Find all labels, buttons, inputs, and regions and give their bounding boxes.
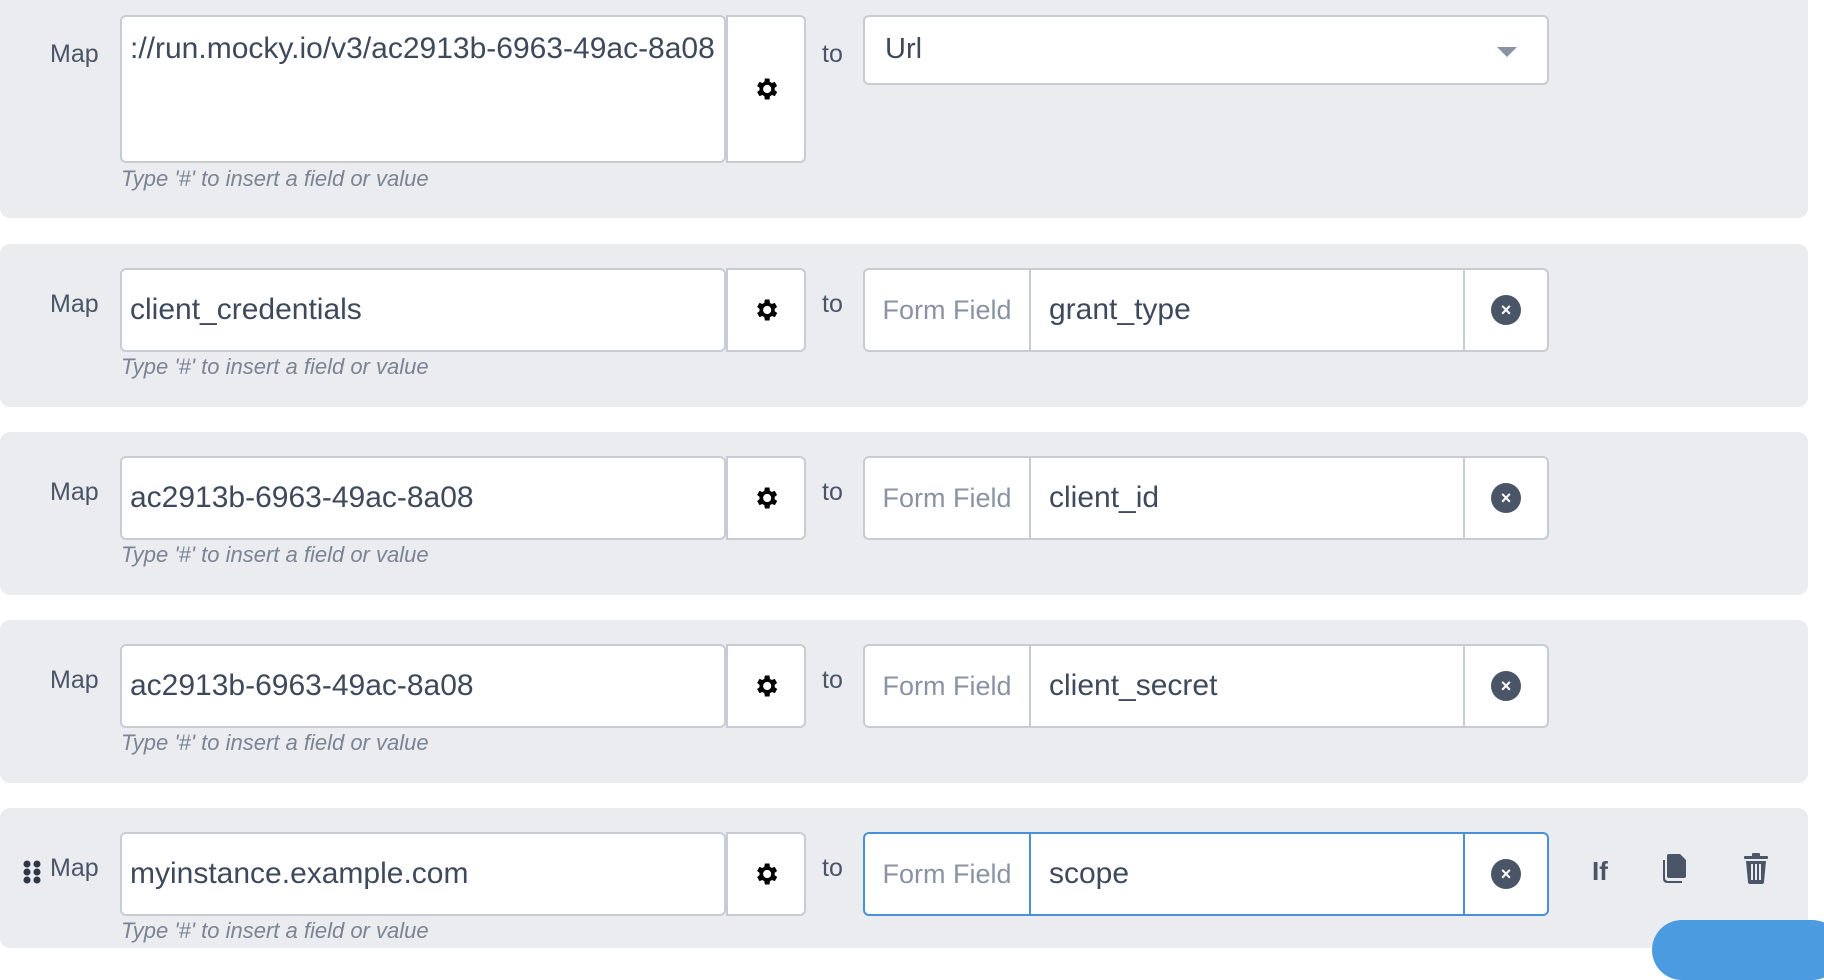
to-label: to (822, 666, 843, 694)
target-prefix-label: Form Field (865, 270, 1031, 350)
gear-icon (757, 78, 778, 100)
source-settings-button[interactable] (726, 15, 806, 163)
source-settings-button[interactable] (726, 456, 806, 540)
target-prefix-label: Form Field (865, 458, 1031, 538)
map-label: Map (50, 666, 99, 694)
copy-icon[interactable] (1660, 852, 1688, 884)
close-circle-icon: × (1491, 859, 1521, 889)
clear-target-button[interactable]: × (1463, 646, 1547, 726)
mapping-row: Map ac2913b-6963-49ac-8a08 Type '#' to i… (0, 620, 1808, 783)
target-field-input[interactable]: scope (1049, 834, 1129, 914)
to-label: to (822, 854, 843, 882)
target-prefix-label: Form Field (865, 646, 1031, 726)
to-label: to (822, 40, 843, 68)
target-field-input[interactable]: client_id (1049, 458, 1159, 538)
mapping-row: Map client_credentials Type '#' to inser… (0, 244, 1808, 407)
source-hint: Type '#' to insert a field or value (121, 166, 429, 191)
map-label: Map (50, 290, 99, 318)
close-circle-icon: × (1491, 671, 1521, 701)
gear-icon (757, 299, 778, 321)
source-hint: Type '#' to insert a field or value (121, 354, 429, 379)
target-prefix-label: Form Field (865, 834, 1031, 914)
map-label: Map (50, 854, 99, 882)
floating-action-button[interactable] (1652, 920, 1824, 980)
source-hint: Type '#' to insert a field or value (121, 730, 429, 755)
drag-handle-icon[interactable] (22, 860, 42, 884)
source-value-input[interactable]: myinstance.example.com (120, 832, 726, 916)
source-value-input[interactable]: client_credentials (120, 268, 726, 352)
trash-icon[interactable] (1742, 852, 1770, 884)
target-field-input[interactable]: grant_type (1049, 270, 1191, 350)
mapping-row: Map myinstance.example.com Type '#' to i… (0, 808, 1808, 948)
target-field-group: Form Field scope × (863, 832, 1549, 916)
map-label: Map (50, 478, 99, 506)
mapping-row: Map ac2913b-6963-49ac-8a08 Type '#' to i… (0, 432, 1808, 595)
source-value-input[interactable]: ac2913b-6963-49ac-8a08 (120, 456, 726, 540)
clear-target-button[interactable]: × (1463, 270, 1547, 350)
gear-icon (757, 863, 778, 885)
close-circle-icon: × (1491, 483, 1521, 513)
gear-icon (757, 675, 778, 697)
source-value-input[interactable]: ac2913b-6963-49ac-8a08 (120, 644, 726, 728)
map-label: Map (50, 40, 99, 68)
mapping-row: Map ://run.mocky.io/v3/ac2913b-6963-49ac… (0, 0, 1808, 218)
chevron-down-icon (1497, 47, 1517, 57)
source-settings-button[interactable] (726, 268, 806, 352)
source-value-input[interactable]: ://run.mocky.io/v3/ac2913b-6963-49ac-8a0… (120, 15, 726, 163)
to-label: to (822, 290, 843, 318)
close-circle-icon: × (1491, 295, 1521, 325)
clear-target-button[interactable]: × (1463, 834, 1547, 914)
to-label: to (822, 478, 843, 506)
source-hint: Type '#' to insert a field or value (121, 542, 429, 567)
gear-icon (757, 487, 778, 509)
source-hint: Type '#' to insert a field or value (121, 918, 429, 943)
source-settings-button[interactable] (726, 644, 806, 728)
target-field-input[interactable]: client_secret (1049, 646, 1217, 726)
target-field-group: Form Field grant_type × (863, 268, 1549, 352)
source-settings-button[interactable] (726, 832, 806, 916)
clear-target-button[interactable]: × (1463, 458, 1547, 538)
if-condition-button[interactable]: If (1592, 856, 1608, 887)
target-select-value: Url (885, 33, 923, 65)
target-field-group: Form Field client_id × (863, 456, 1549, 540)
target-type-select[interactable]: Url (863, 15, 1549, 85)
target-field-group: Form Field client_secret × (863, 644, 1549, 728)
